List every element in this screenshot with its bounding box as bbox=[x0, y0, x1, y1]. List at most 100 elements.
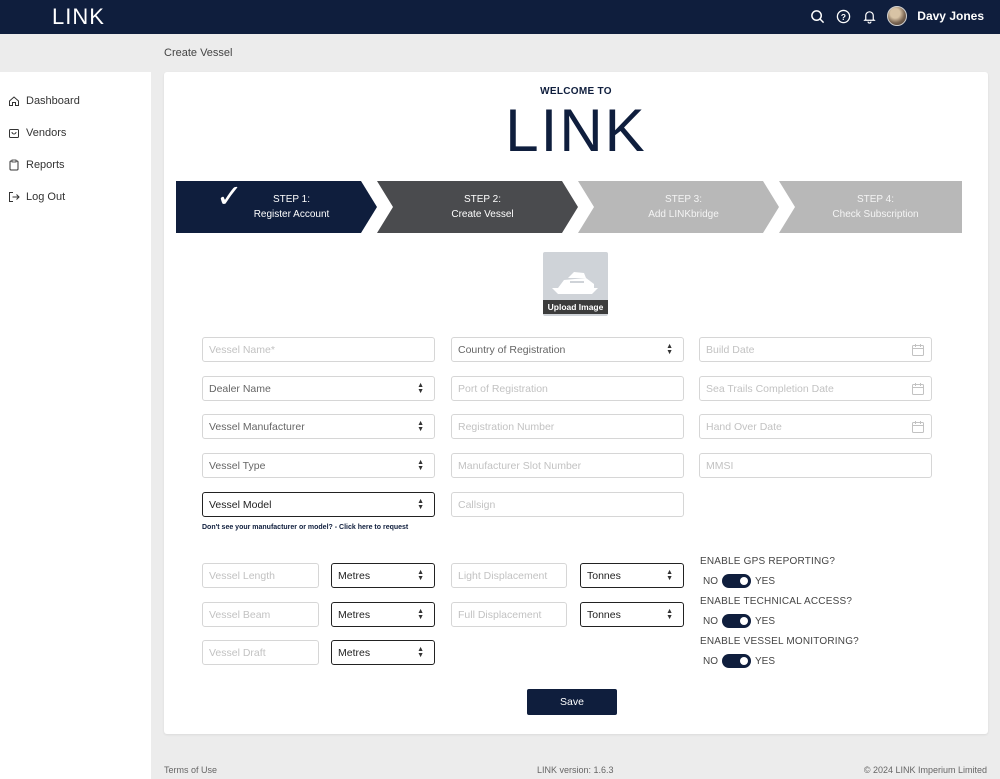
brand-logo[interactable]: LINK bbox=[52, 4, 105, 30]
vessel-manufacturer-select[interactable]: Vessel Manufacturer ▲ ▼ bbox=[202, 414, 435, 439]
select-value: Country of Registration bbox=[458, 343, 566, 356]
vessel-name-input[interactable]: Vessel Name* bbox=[202, 337, 435, 362]
calendar-icon[interactable] bbox=[911, 343, 925, 357]
toggle-on-label: YES bbox=[755, 615, 776, 627]
step-label: Create Vessel bbox=[451, 209, 514, 220]
beam-unit-select[interactable]: Metres ▲ ▼ bbox=[331, 602, 435, 627]
search-icon[interactable] bbox=[809, 8, 825, 24]
select-value: Metres bbox=[338, 608, 371, 621]
bell-icon[interactable] bbox=[861, 8, 877, 24]
vessel-model-select[interactable]: Vessel Model ▲ ▼ bbox=[202, 492, 435, 517]
field-placeholder: Sea Trails Completion Date bbox=[706, 382, 834, 395]
terms-of-use-link[interactable]: Terms of Use bbox=[164, 765, 217, 775]
field-placeholder: Build Date bbox=[706, 343, 755, 356]
top-actions: ? Davy Jones bbox=[809, 6, 984, 26]
light-displacement-unit-select[interactable]: Tonnes ▲ ▼ bbox=[580, 563, 684, 588]
select-value: Tonnes bbox=[587, 608, 621, 621]
vessel-beam-input[interactable]: Vessel Beam bbox=[202, 602, 319, 627]
help-icon[interactable]: ? bbox=[835, 8, 851, 24]
toggle-on-label: YES bbox=[755, 575, 776, 587]
clipboard-icon bbox=[9, 159, 19, 171]
select-arrows-icon: ▲ ▼ bbox=[417, 459, 424, 472]
toggle-on-label: YES bbox=[755, 655, 776, 667]
create-vessel-card: WELCOME TO LINK ✓ STEP 1: Register Accoun… bbox=[164, 72, 988, 734]
top-bar: LINK ? Davy Jones bbox=[0, 0, 1000, 34]
draft-unit-select[interactable]: Metres ▲ ▼ bbox=[331, 640, 435, 665]
manufacturer-slot-number-input[interactable]: Manufacturer Slot Number bbox=[451, 453, 684, 478]
country-of-registration-select[interactable]: Country of Registration ▲ ▼ bbox=[451, 337, 684, 362]
select-arrows-icon: ▲ ▼ bbox=[666, 343, 673, 356]
select-arrows-icon: ▲ ▼ bbox=[666, 608, 673, 621]
mmsi-input[interactable]: MMSI bbox=[699, 453, 932, 478]
vessel-type-select[interactable]: Vessel Type ▲ ▼ bbox=[202, 453, 435, 478]
yacht-icon bbox=[552, 272, 598, 294]
toggle-off-label: NO bbox=[703, 575, 718, 587]
select-arrows-icon: ▲ ▼ bbox=[417, 608, 424, 621]
select-arrows-icon: ▲ ▼ bbox=[417, 382, 424, 395]
vessel-monitoring-label: ENABLE VESSEL MONITORING? bbox=[700, 636, 859, 647]
home-icon bbox=[9, 96, 19, 106]
request-manufacturer-link[interactable]: Don't see your manufacturer or model? - … bbox=[202, 524, 408, 531]
vessel-draft-input[interactable]: Vessel Draft bbox=[202, 640, 319, 665]
dealer-name-select[interactable]: Dealer Name ▲ ▼ bbox=[202, 376, 435, 401]
field-placeholder: Hand Over Date bbox=[706, 420, 782, 433]
select-arrows-icon: ▲ ▼ bbox=[417, 420, 424, 433]
sidebar-item-reports[interactable]: Reports bbox=[8, 159, 65, 171]
full-displacement-input[interactable]: Full Displacement bbox=[451, 602, 567, 627]
technical-access-toggle[interactable] bbox=[722, 614, 751, 628]
port-of-registration-input[interactable]: Port of Registration bbox=[451, 376, 684, 401]
user-name[interactable]: Davy Jones bbox=[917, 9, 984, 23]
technical-access-label: ENABLE TECHNICAL ACCESS? bbox=[700, 596, 853, 607]
gps-reporting-toggle[interactable] bbox=[722, 574, 751, 588]
build-date-input[interactable]: Build Date bbox=[699, 337, 932, 362]
progress-stepper: ✓ STEP 1: Register Account STEP 2: Create … bbox=[176, 181, 962, 233]
hand-over-date-input[interactable]: Hand Over Date bbox=[699, 414, 932, 439]
step-check-subscription: STEP 4: Check Subscription bbox=[779, 181, 962, 233]
select-value: Vessel Manufacturer bbox=[209, 420, 305, 433]
sidebar-item-label: Vendors bbox=[26, 127, 67, 139]
vessel-monitoring-toggle[interactable] bbox=[722, 654, 751, 668]
vessel-monitoring-toggle-row: NO YES bbox=[703, 654, 775, 668]
sidebar-item-label: Log Out bbox=[26, 191, 66, 203]
technical-access-toggle-row: NO YES bbox=[703, 614, 775, 628]
sea-trails-completion-date-input[interactable]: Sea Trails Completion Date bbox=[699, 376, 932, 401]
full-displacement-unit-select[interactable]: Tonnes ▲ ▼ bbox=[580, 602, 684, 627]
select-arrows-icon: ▲ ▼ bbox=[417, 569, 424, 582]
length-unit-select[interactable]: Metres ▲ ▼ bbox=[331, 563, 435, 588]
version-text: LINK version: 1.6.3 bbox=[537, 765, 614, 775]
sidebar-item-dashboard[interactable]: Dashboard bbox=[8, 95, 80, 107]
registration-number-input[interactable]: Registration Number bbox=[451, 414, 684, 439]
step-title: STEP 3: bbox=[664, 194, 703, 205]
sidebar: Dashboard Vendors Reports Log Out bbox=[0, 72, 151, 779]
step-title: STEP 1: bbox=[272, 194, 311, 205]
calendar-icon[interactable] bbox=[911, 420, 925, 434]
select-value: Dealer Name bbox=[209, 382, 271, 395]
step-title: STEP 2: bbox=[463, 194, 502, 205]
shopping-bag-icon bbox=[9, 129, 19, 138]
toggle-off-label: NO bbox=[703, 615, 718, 627]
select-arrows-icon: ▲ ▼ bbox=[417, 498, 424, 511]
select-value: Metres bbox=[338, 646, 371, 659]
sidebar-item-vendors[interactable]: Vendors bbox=[8, 127, 66, 139]
step-label: Check Subscription bbox=[832, 209, 919, 220]
calendar-icon[interactable] bbox=[911, 382, 925, 396]
select-value: Metres bbox=[338, 569, 371, 582]
breadcrumb: Create Vessel bbox=[164, 47, 233, 59]
sidebar-item-label: Dashboard bbox=[26, 95, 80, 107]
callsign-input[interactable]: Callsign bbox=[451, 492, 684, 517]
svg-text:?: ? bbox=[841, 11, 846, 21]
step-add-linkbridge: STEP 3: Add LINKbridge bbox=[578, 181, 779, 233]
select-arrows-icon: ▲ ▼ bbox=[666, 569, 673, 582]
link-logo: LINK bbox=[505, 97, 647, 164]
upload-image-button[interactable]: Upload Image bbox=[543, 252, 608, 316]
gps-reporting-label: ENABLE GPS REPORTING? bbox=[700, 556, 836, 567]
vessel-length-input[interactable]: Vessel Length bbox=[202, 563, 319, 588]
sidebar-item-logout[interactable]: Log Out bbox=[8, 191, 65, 203]
step-label: Add LINKbridge bbox=[648, 209, 719, 220]
light-displacement-input[interactable]: Light Displacement bbox=[451, 563, 567, 588]
avatar[interactable] bbox=[887, 6, 908, 26]
select-value: Vessel Type bbox=[209, 459, 266, 472]
save-button[interactable]: Save bbox=[527, 689, 617, 715]
select-value: Tonnes bbox=[587, 569, 621, 582]
select-value: Vessel Model bbox=[209, 498, 272, 511]
